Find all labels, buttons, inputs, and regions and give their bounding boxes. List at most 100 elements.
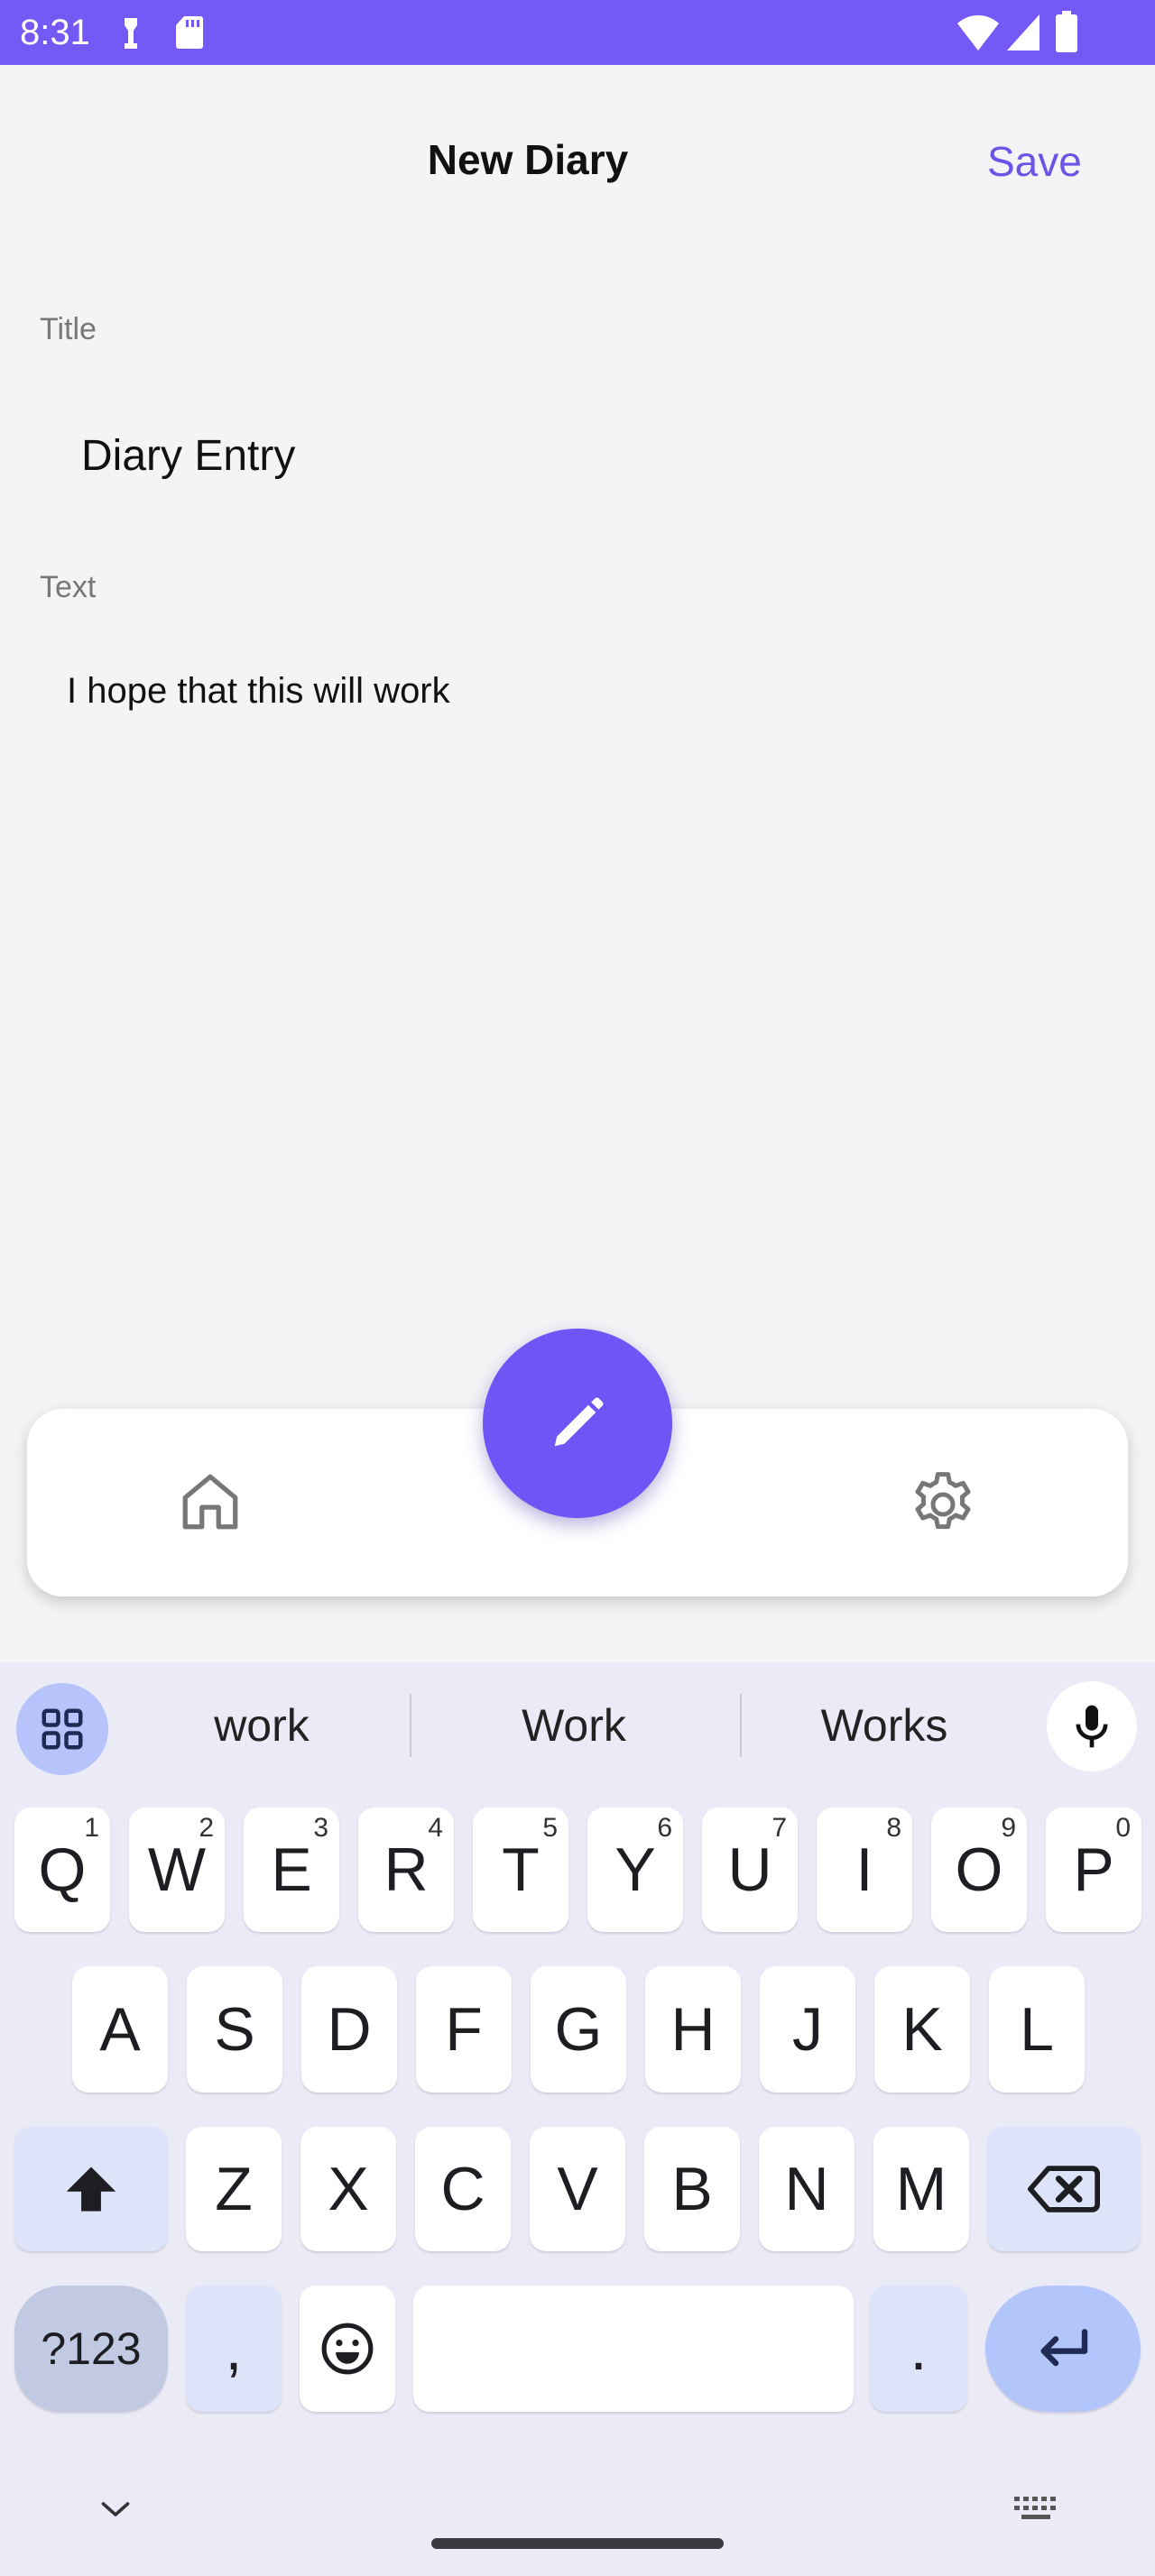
key-label: F [445, 1995, 483, 2064]
key-u[interactable]: U7 [702, 1808, 798, 1932]
text-label: Text [40, 570, 97, 604]
key-label: B [671, 2155, 713, 2223]
home-indicator[interactable] [431, 2538, 724, 2549]
apps-grid-icon[interactable] [16, 1683, 108, 1775]
key-number-hint: 6 [657, 1813, 672, 1843]
chevron-down-icon[interactable] [99, 2498, 132, 2520]
key-label: Q [38, 1835, 87, 1904]
key-m[interactable]: M [873, 2127, 969, 2251]
key-label: I [855, 1835, 873, 1904]
suggestion-divider [410, 1694, 411, 1757]
key-label: U [727, 1835, 772, 1904]
key-k[interactable]: K [874, 1966, 970, 2093]
pencil-icon [554, 1397, 604, 1447]
microphone-icon [1076, 1705, 1108, 1748]
key-label: J [792, 1995, 823, 2064]
suggestion-3[interactable]: Works [749, 1696, 1020, 1755]
save-button[interactable]: Save [987, 137, 1082, 186]
key-number-hint: 9 [1001, 1813, 1016, 1843]
key-label: D [327, 1995, 372, 2064]
key-label: X [328, 2155, 369, 2223]
key-label: E [271, 1835, 312, 1904]
new-entry-fab[interactable] [483, 1329, 672, 1518]
key-number-hint: 3 [313, 1813, 328, 1843]
home-icon[interactable] [177, 1468, 244, 1535]
key-label: N [784, 2155, 829, 2223]
key-x[interactable]: X [300, 2127, 396, 2251]
key-label: A [99, 1995, 141, 2064]
comma-key[interactable]: , [186, 2286, 282, 2412]
page-title: New Diary [427, 136, 629, 183]
key-a[interactable]: A [72, 1966, 168, 2093]
status-bar: 8:31 [0, 0, 1155, 65]
key-number-hint: 4 [428, 1813, 443, 1843]
key-g[interactable]: G [531, 1966, 626, 2093]
key-label: R [383, 1835, 429, 1904]
key-s[interactable]: S [187, 1966, 282, 2093]
key-label: S [214, 1995, 255, 2064]
key-y[interactable]: Y6 [587, 1808, 683, 1932]
key-label: O [955, 1835, 1003, 1904]
space-key[interactable] [413, 2286, 854, 2412]
key-label: Z [215, 2155, 253, 2223]
signal-icon [1007, 14, 1040, 51]
key-label: W [147, 1835, 207, 1904]
keyboard [0, 1662, 1155, 2576]
key-number-hint: 5 [542, 1813, 558, 1843]
key-label: G [554, 1995, 603, 2064]
key-t[interactable]: T5 [473, 1808, 568, 1932]
key-d[interactable]: D [301, 1966, 397, 2093]
text-input[interactable]: I hope that this will work [67, 671, 450, 712]
backspace-icon [1028, 2166, 1100, 2213]
key-label: V [557, 2155, 598, 2223]
suggestion-2[interactable]: Work [439, 1696, 709, 1755]
key-b[interactable]: B [644, 2127, 740, 2251]
mic-button[interactable] [1047, 1681, 1137, 1771]
key-label: H [670, 1995, 716, 2064]
key-z[interactable]: Z [186, 2127, 282, 2251]
key-label: C [440, 2155, 485, 2223]
key-label: L [1020, 1995, 1054, 2064]
key-number-hint: 7 [772, 1813, 787, 1843]
suggestion-divider [740, 1694, 742, 1757]
key-number-hint: 1 [84, 1813, 99, 1843]
settings-icon[interactable] [907, 1468, 979, 1541]
key-p[interactable]: P0 [1046, 1808, 1141, 1932]
title-input[interactable]: Diary Entry [81, 431, 295, 481]
key-label: K [901, 1995, 943, 2064]
key-j[interactable]: J [760, 1966, 855, 2093]
sd-card-icon [176, 16, 203, 49]
emoji-key[interactable] [300, 2286, 395, 2412]
key-n[interactable]: N [759, 2127, 855, 2251]
title-label: Title [40, 312, 97, 346]
emoji-icon [321, 2323, 374, 2375]
key-w[interactable]: W2 [129, 1808, 225, 1932]
key-label: Y [614, 1835, 656, 1904]
key-q[interactable]: Q1 [14, 1808, 110, 1932]
key-l[interactable]: L [989, 1966, 1085, 2093]
enter-icon [1040, 2329, 1088, 2367]
key-f[interactable]: F [416, 1966, 512, 2093]
symbols-key[interactable]: ?123 [14, 2286, 168, 2412]
keyboard-switch-icon[interactable] [1014, 2497, 1059, 2520]
period-key[interactable]: . [870, 2286, 967, 2412]
key-e[interactable]: E3 [244, 1808, 339, 1932]
key-number-hint: 2 [199, 1813, 214, 1843]
key-label: M [895, 2155, 947, 2223]
backspace-key[interactable] [987, 2127, 1141, 2251]
battery-icon [1056, 11, 1077, 52]
shift-key[interactable] [14, 2127, 168, 2251]
key-v[interactable]: V [530, 2127, 625, 2251]
shift-icon [66, 2167, 116, 2212]
key-c[interactable]: C [415, 2127, 511, 2251]
wifi-icon [957, 15, 999, 51]
key-number-hint: 8 [886, 1813, 901, 1843]
key-label: T [502, 1835, 540, 1904]
suggestion-1[interactable]: work [126, 1696, 397, 1755]
key-r[interactable]: R4 [358, 1808, 454, 1932]
notification-icon [125, 18, 137, 49]
enter-key[interactable] [985, 2286, 1141, 2412]
key-h[interactable]: H [645, 1966, 741, 2093]
key-i[interactable]: I8 [817, 1808, 912, 1932]
key-o[interactable]: O9 [931, 1808, 1027, 1932]
